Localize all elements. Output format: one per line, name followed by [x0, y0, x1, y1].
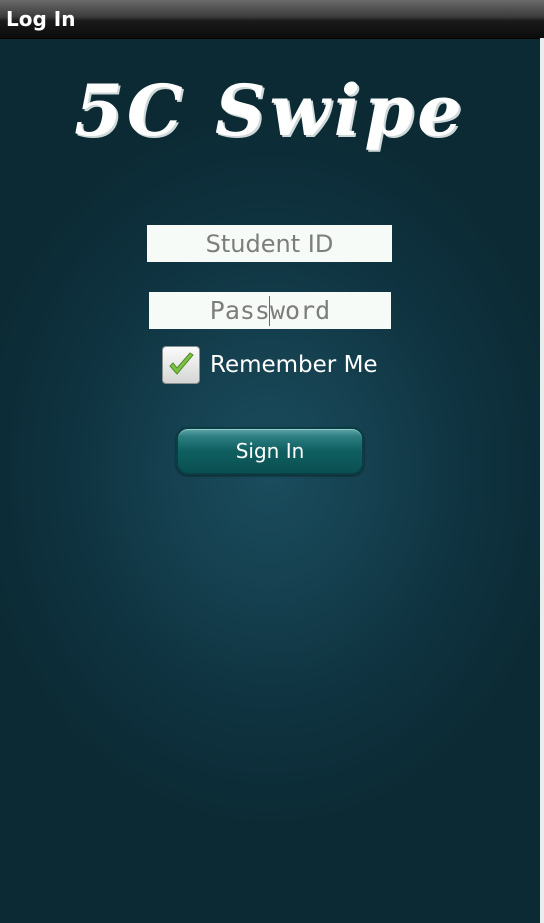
sign-in-button[interactable]: Sign In	[176, 427, 364, 475]
password-input[interactable]	[149, 292, 391, 329]
app-logo: 5C Swipe	[74, 69, 466, 152]
login-screen: Log In 5C Swipe Remember Me Sign In	[0, 0, 544, 923]
remember-me-label: Remember Me	[210, 352, 378, 378]
text-cursor	[269, 296, 270, 326]
title-bar: Log In	[0, 0, 544, 39]
window-title: Log In	[6, 7, 76, 31]
check-icon	[169, 352, 194, 375]
remember-me-checkbox[interactable]	[162, 346, 200, 384]
student-id-input[interactable]	[147, 225, 392, 262]
edge-divider	[540, 38, 544, 923]
